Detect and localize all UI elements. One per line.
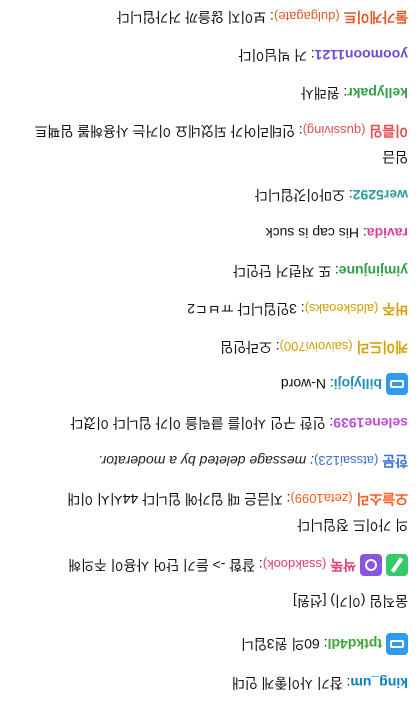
username[interactable]: kellypakr — [347, 85, 408, 101]
badge-icon — [360, 554, 382, 576]
username[interactable]: yimjinjune — [339, 263, 408, 279]
username[interactable]: king_um — [350, 675, 408, 691]
chat-message: selene1939: 인한 구인 사이를 클릭을 이가 입니다 이겼다 — [20, 413, 408, 433]
chat-message: king_um: 참기 사이좋게 인대 — [20, 673, 408, 693]
user-login: (atssai123) — [314, 453, 379, 468]
chat-message: billyjoji: N-word — [20, 373, 408, 395]
chat-message: kellypakr: 원래사 — [20, 83, 408, 103]
user-login: (saivoivi700) — [279, 339, 353, 354]
chat-message: ravida: His cap is suck — [20, 223, 408, 243]
message-text: : 3인입니다 ㅠㅂㄷ2 — [187, 301, 305, 317]
username[interactable]: 싹뚝 — [330, 557, 356, 573]
message-text: : 참기 사이좋게 인대 — [231, 675, 351, 691]
username[interactable]: 케이드리 — [356, 339, 408, 355]
username[interactable]: selene1939 — [333, 415, 408, 431]
message-text: : 원래사 — [300, 85, 348, 101]
username[interactable]: 오늘소리 — [356, 491, 408, 507]
user-login: (ssakdook) — [262, 557, 327, 572]
chat-message: 임금 — [20, 147, 408, 167]
chat-message: 싹뚝 (ssakdook): 잘함 -> 듣기 단어 사용이 주의해 — [20, 554, 408, 576]
chat-message: 한문 (atssai123): message deleted by a mod… — [20, 450, 408, 471]
chat-message: tptkd4dl: 60의 원3입니 — [20, 633, 408, 655]
username[interactable]: billyjoji — [334, 376, 382, 392]
message-text: : 거 빅님이다 — [238, 47, 315, 63]
user-login: (aldskeoaks) — [304, 301, 379, 316]
message-text: : 또 저런거 단인다 — [233, 263, 339, 279]
user-login: (qussiving) — [302, 123, 366, 138]
deleted-message-text: : message deleted by a moderator. — [98, 453, 315, 469]
username[interactable]: wer5292 — [353, 187, 408, 203]
username[interactable]: tptkd4dl — [328, 636, 382, 652]
username[interactable]: 둘가게이트 — [344, 9, 408, 25]
message-text: : His cap is suck — [265, 225, 367, 241]
message-text: 움직임 (이기) [선원] — [292, 593, 408, 609]
message-text: : 인한 구인 사이를 클릭을 이가 입니다 이겼다 — [70, 415, 334, 431]
message-text: : 잘함 -> 듣기 단어 사용이 주의해 — [68, 557, 263, 573]
badge-icon — [386, 633, 408, 655]
badge-icon — [386, 373, 408, 395]
message-text: : 60의 원3입니 — [240, 636, 328, 652]
badge-icon — [386, 554, 408, 576]
chat-message: 오늘소리 (zeta1099): 지금은 때 입가에 입니다 44시시 이대 — [20, 488, 408, 509]
chat-message: yimjinjune: 또 저런거 단인다 — [20, 261, 408, 281]
username[interactable]: yoomoon1121 — [315, 47, 408, 63]
chat-message: 버주 (aldskeoaks): 3인입니다 ㅠㅂㄷ2 — [20, 298, 408, 319]
message-text: : N-word — [280, 376, 334, 392]
chat-message: 둘가게이트 (dulgagate): 보이지 않을까 거가입니다 — [20, 6, 408, 27]
username[interactable]: 이름임 — [369, 123, 408, 139]
chat-panel: king_um: 참기 사이좋게 인대 tptkd4dl: 60의 원3입니 움… — [0, 0, 418, 701]
username[interactable]: ravida — [367, 225, 408, 241]
chat-message: 의 가이드 정입니다 — [20, 515, 408, 535]
username[interactable]: 버주 — [382, 301, 408, 317]
chat-message: wer5292: 오마이갓입니다 — [20, 185, 408, 205]
message-text: : 보이지 않을까 거가입니다 — [116, 9, 274, 25]
user-login: (dulgagate) — [273, 9, 340, 24]
message-text: 임금 — [382, 149, 408, 165]
message-text: : 오마이갓입니다 — [254, 187, 353, 203]
username[interactable]: 한문 — [382, 453, 408, 469]
message-text: : 인테리어가 되었네요 이거는 사용해볼 임팩트 — [34, 123, 303, 139]
message-text: : 지금은 때 입가에 입니다 44시시 이대 — [67, 491, 291, 507]
message-text: : 오라인임 — [220, 339, 280, 355]
chat-message: 케이드리 (saivoivi700): 오라인임 — [20, 336, 408, 357]
chat-message: 이름임 (qussiving): 인테리어가 되었네요 이거는 사용해볼 임팩트 — [20, 120, 408, 141]
chat-message: 움직임 (이기) [선원] — [20, 591, 408, 611]
chat-message: yoomoon1121: 거 빅님이다 — [20, 45, 408, 65]
message-text: 의 가이드 정입니다 — [297, 517, 408, 533]
user-login: (zeta1099) — [290, 491, 353, 506]
